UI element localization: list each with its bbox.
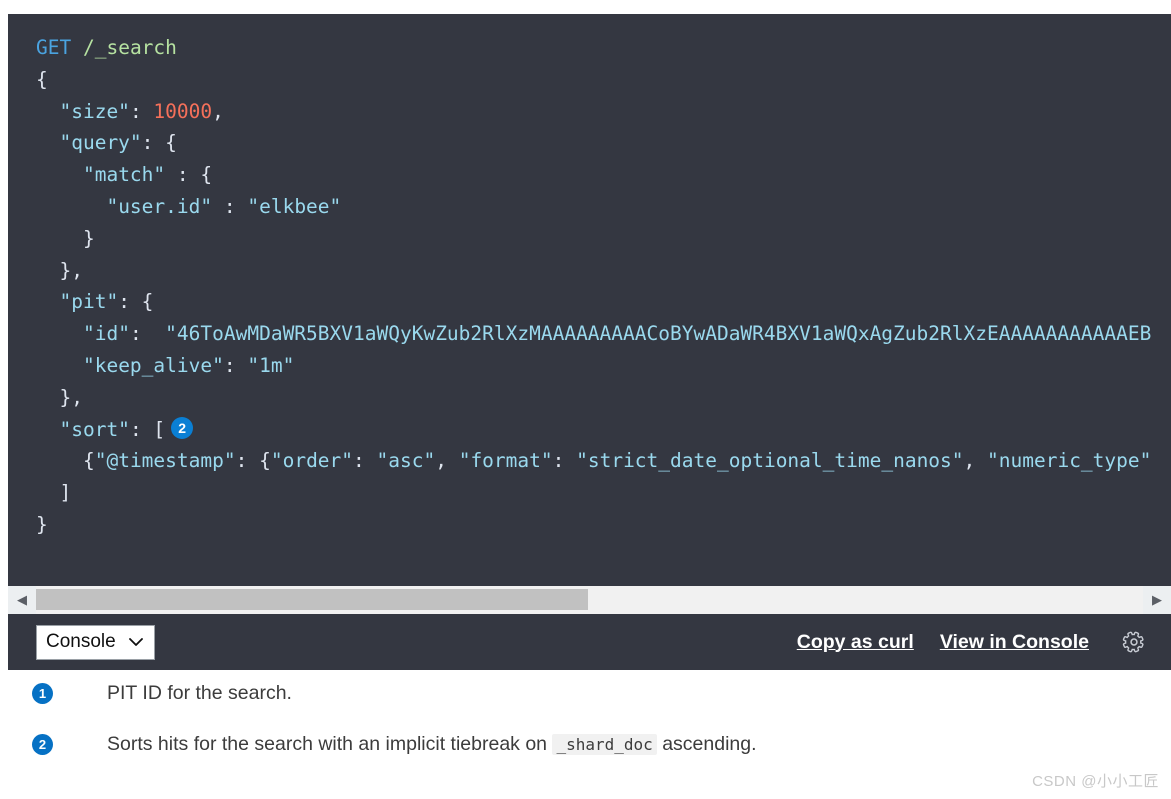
code-token-punct: :: [129, 322, 166, 346]
footnote-item: 2 Sorts hits for the search with an impli…: [8, 731, 1171, 758]
code-line: {: [36, 64, 1171, 96]
code-content[interactable]: GET /_search{ "size": 10000, "query": { …: [8, 14, 1171, 541]
code-token-punct: : [: [129, 417, 166, 441]
code-token-key: "user.id": [106, 194, 213, 218]
code-token-key: "match": [82, 163, 166, 187]
code-line: },: [36, 382, 1171, 414]
horizontal-scrollbar[interactable]: ◀ ▶: [8, 586, 1171, 614]
code-token-punct: ,: [963, 449, 988, 473]
footnote-badge-2[interactable]: 2: [32, 734, 53, 755]
footnote-item: 1 PIT ID for the search.: [8, 680, 1171, 706]
code-line: {"@timestamp": {"order": "asc", "format"…: [36, 445, 1171, 477]
code-line: "id": "46ToAwMDaWR5BXV1aWQyKwZub2RlXzMAA…: [36, 318, 1171, 350]
watermark: CSDN @小小工匠: [1032, 773, 1159, 790]
code-token-key: "numeric_type": [987, 449, 1152, 473]
code-token-punct: ,: [435, 449, 459, 473]
code-token-punct: :: [223, 353, 248, 377]
code-token-key: "keep_alive": [82, 353, 224, 377]
code-line: GET /_search: [36, 32, 1171, 64]
code-token-punct: }: [82, 226, 95, 250]
code-line: "query": {: [36, 127, 1171, 159]
code-line: "pit": {: [36, 286, 1171, 318]
copy-as-curl-link[interactable]: Copy as curl: [797, 631, 914, 654]
code-line: ]: [36, 477, 1171, 509]
view-in-console-link[interactable]: View in Console: [940, 631, 1089, 654]
gear-icon[interactable]: [1119, 627, 1149, 657]
code-token-punct: },: [59, 258, 83, 282]
code-line: "match" : {: [36, 159, 1171, 191]
code-token-punct: :: [212, 194, 248, 218]
code-line: "user.id" : "elkbee": [36, 191, 1171, 223]
code-token-method: GET: [36, 36, 72, 59]
code-token-punct: ,: [212, 99, 224, 123]
code-token-key: "sort": [59, 417, 130, 441]
code-token-punct: : {: [235, 449, 271, 473]
callout-badge-2[interactable]: 2: [171, 416, 194, 439]
code-token-string: "elkbee": [247, 194, 342, 218]
code-token-string: "46ToAwMDaWR5BXV1aWQyKwZub2RlXzMAAAAAAAA…: [165, 322, 1152, 346]
console-format-select[interactable]: Console: [36, 624, 155, 660]
code-token-punct: : {: [118, 290, 154, 314]
scroll-right-arrow-icon[interactable]: ▶: [1143, 586, 1171, 614]
code-token-punct: : {: [165, 163, 213, 187]
code-line: },: [36, 255, 1171, 287]
code-token-string: "asc": [376, 449, 436, 473]
footnote-badge-1[interactable]: 1: [32, 683, 53, 704]
code-token-punct: {: [82, 449, 95, 473]
code-line: }: [36, 509, 1171, 541]
code-token-punct: :: [552, 449, 577, 473]
code-line: "sort": [2: [36, 414, 1171, 446]
code-token-num: 10000: [153, 99, 213, 123]
code-token-punct: }: [36, 512, 48, 536]
code-token-punct: :: [129, 99, 154, 123]
code-block-panel: GET /_search{ "size": 10000, "query": { …: [8, 14, 1171, 586]
code-line: "keep_alive": "1m": [36, 350, 1171, 382]
footnote-list: 1 PIT ID for the search. 2 Sorts hits for t…: [8, 680, 1171, 783]
code-token-key: "@timestamp": [94, 449, 236, 473]
code-token-key: "format": [458, 449, 553, 473]
console-select-wrapper[interactable]: Console: [36, 624, 155, 660]
code-action-bar: Console Copy as curl View in Console: [8, 614, 1171, 670]
code-token-key: "order": [270, 449, 354, 473]
code-token-punct: },: [59, 385, 83, 409]
scrollbar-track[interactable]: [36, 586, 1143, 614]
inline-code: _shard_doc: [552, 734, 657, 755]
scrollbar-thumb[interactable]: [36, 589, 588, 610]
action-links-group: Copy as curl View in Console: [797, 627, 1171, 657]
code-token-path: /_search: [82, 36, 177, 59]
code-token-punct: ]: [59, 481, 72, 505]
code-token-string: "strict_date_optional_time_nanos": [576, 449, 964, 473]
code-token-key: "pit": [59, 290, 119, 314]
footnote-text: PIT ID for the search.: [107, 682, 292, 704]
code-line: "size": 10000,: [36, 96, 1171, 128]
code-token-string: "1m": [247, 353, 295, 377]
code-line: }: [36, 223, 1171, 255]
code-token-punct: {: [36, 67, 48, 91]
code-token-key: "size": [59, 99, 130, 123]
code-token-punct: : {: [141, 131, 177, 155]
footnote-text: Sorts hits for the search with an implic…: [107, 733, 757, 755]
code-token-punct: :: [353, 449, 377, 473]
scroll-left-arrow-icon[interactable]: ◀: [8, 586, 36, 614]
code-token-key: "id": [82, 322, 130, 346]
code-token-key: "query": [59, 131, 142, 155]
